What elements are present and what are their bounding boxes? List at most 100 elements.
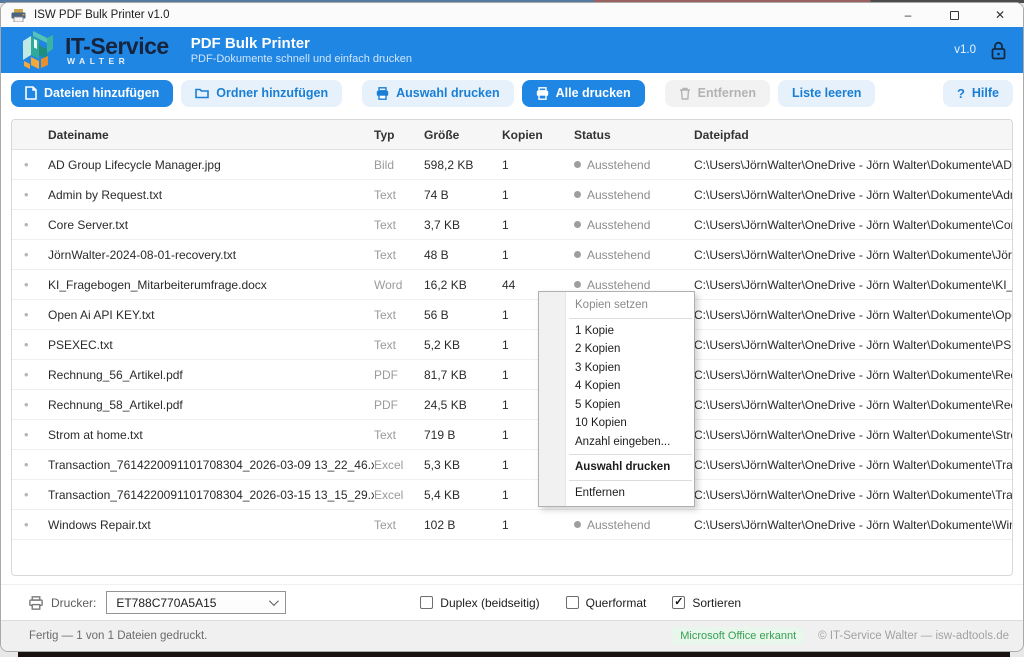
cell-path: C:\Users\JörnWalter\OneDrive - Jörn Walt… xyxy=(694,188,1012,202)
cell-filename: Transaction_7614220091101708304_2026-03-… xyxy=(48,458,374,472)
help-button[interactable]: ? Hilfe xyxy=(943,80,1013,107)
col-dateiname[interactable]: Dateiname xyxy=(48,128,374,142)
row-bullet-icon: • xyxy=(24,247,48,262)
col-typ[interactable]: Typ xyxy=(374,128,424,142)
status-text: Ausstehend xyxy=(587,518,650,532)
minimize-button[interactable]: – xyxy=(885,3,931,27)
cell-size: 5,2 KB xyxy=(424,338,502,352)
status-dot-icon xyxy=(574,281,581,288)
table-row[interactable]: • Windows Repair.txt Text 102 B 1 Ausste… xyxy=(12,510,1012,540)
printer-select-value: ET788C770A5A15 xyxy=(116,596,216,610)
cell-filename: PSEXEC.txt xyxy=(48,338,374,352)
cell-copies: 1 xyxy=(502,158,574,172)
menu-item-remove[interactable]: Entfernen xyxy=(539,484,694,503)
table-row[interactable]: • Transaction_7614220091101708304_2026-0… xyxy=(12,450,1012,480)
status-bar: Fertig — 1 von 1 Dateien gedruckt. Micro… xyxy=(1,620,1023,651)
cell-filename: Rechnung_56_Artikel.pdf xyxy=(48,368,374,382)
cell-type: Text xyxy=(374,518,424,532)
title-bar: ISW PDF Bulk Printer v1.0 – ✕ xyxy=(1,3,1023,27)
clear-list-button[interactable]: Liste leeren xyxy=(778,80,875,107)
col-status[interactable]: Status xyxy=(574,128,694,142)
printer-bar: Drucker: ET788C770A5A15 Duplex (beidseit… xyxy=(1,584,1023,620)
logo: IT-Service WALTER xyxy=(17,29,169,71)
remove-button[interactable]: Entfernen xyxy=(665,80,770,107)
menu-item-copy-option[interactable]: 5 Kopien xyxy=(539,396,694,415)
table-row[interactable]: • PSEXEC.txt Text 5,2 KB 1 Ausstehend C:… xyxy=(12,330,1012,360)
cell-size: 102 B xyxy=(424,518,502,532)
checkbox-icon[interactable] xyxy=(672,596,685,609)
trash-icon xyxy=(679,87,691,100)
cell-filename: Strom at home.txt xyxy=(48,428,374,442)
table-row[interactable]: • AD Group Lifecycle Manager.jpg Bild 59… xyxy=(12,150,1012,180)
status-text: Ausstehend xyxy=(587,248,650,262)
checkbox-icon[interactable] xyxy=(566,596,579,609)
print-selection-button[interactable]: Auswahl drucken xyxy=(362,80,514,107)
cell-path: C:\Users\JörnWalter\OneDrive - Jörn Walt… xyxy=(694,218,1012,232)
add-files-button[interactable]: Dateien hinzufügen xyxy=(11,80,173,107)
main-content: Dateiname Typ Größe Kopien Status Dateip… xyxy=(1,113,1023,584)
cell-type: Text xyxy=(374,308,424,322)
office-detected-badge: Microsoft Office erkannt xyxy=(672,627,804,645)
menu-item-copy-option[interactable]: 10 Kopien xyxy=(539,414,694,433)
add-files-label: Dateien hinzufügen xyxy=(44,86,159,100)
col-groesse[interactable]: Größe xyxy=(424,128,502,142)
cell-type: Text xyxy=(374,338,424,352)
menu-item-copy-option[interactable]: 4 Kopien xyxy=(539,377,694,396)
table-row[interactable]: • Admin by Request.txt Text 74 B 1 Ausst… xyxy=(12,180,1012,210)
header-right: v1.0 xyxy=(954,41,1007,60)
print-all-button[interactable]: Alle drucken xyxy=(522,80,645,107)
cell-path: C:\Users\JörnWalter\OneDrive - Jörn Walt… xyxy=(694,458,1012,472)
cell-path: C:\Users\JörnWalter\OneDrive - Jörn Walt… xyxy=(694,518,1012,532)
cell-path: C:\Users\JörnWalter\OneDrive - Jörn Walt… xyxy=(694,428,1012,442)
add-folder-button[interactable]: Ordner hinzufügen xyxy=(181,80,342,107)
app-title-block: PDF Bulk Printer PDF-Dokumente schnell u… xyxy=(191,35,412,66)
cell-filename: KI_Fragebogen_Mitarbeiterumfrage.docx xyxy=(48,278,374,292)
table-row[interactable]: • Open Ai API KEY.txt Text 56 B 1 Ausste… xyxy=(12,300,1012,330)
cell-size: 24,5 KB xyxy=(424,398,502,412)
checkbox-label: Querformat xyxy=(586,596,647,610)
table-body: • AD Group Lifecycle Manager.jpg Bild 59… xyxy=(12,150,1012,540)
version-label: v1.0 xyxy=(954,44,976,56)
menu-item-copy-option[interactable]: 1 Kopie xyxy=(539,322,694,341)
table-row[interactable]: • Rechnung_56_Artikel.pdf PDF 81,7 KB 1 … xyxy=(12,360,1012,390)
row-bullet-icon: • xyxy=(24,517,48,532)
print-option-checkbox[interactable]: Querformat xyxy=(566,596,647,610)
printer-icon xyxy=(376,87,389,100)
cell-type: Text xyxy=(374,218,424,232)
cell-size: 74 B xyxy=(424,188,502,202)
cell-filename: Core Server.txt xyxy=(48,218,374,232)
cell-type: Word xyxy=(374,278,424,292)
maximize-button[interactable] xyxy=(931,3,977,27)
table-row[interactable]: • Rechnung_58_Artikel.pdf PDF 24,5 KB 1 … xyxy=(12,390,1012,420)
checkbox-icon[interactable] xyxy=(420,596,433,609)
printer-select[interactable]: ET788C770A5A15 xyxy=(106,591,286,614)
table-row[interactable]: • JörnWalter-2024-08-01-recovery.txt Tex… xyxy=(12,240,1012,270)
print-options: Duplex (beidseitig) Querformat Sortieren xyxy=(420,596,741,610)
menu-separator xyxy=(569,480,692,481)
app-icon xyxy=(11,9,26,22)
status-dot-icon xyxy=(574,191,581,198)
print-option-checkbox[interactable]: Sortieren xyxy=(672,596,741,610)
close-button[interactable]: ✕ xyxy=(977,3,1023,27)
window-controls: – ✕ xyxy=(885,3,1023,27)
table-row[interactable]: • Strom at home.txt Text 719 B 1 Aussteh… xyxy=(12,420,1012,450)
app-subtitle: PDF-Dokumente schnell und einfach drucke… xyxy=(191,52,412,66)
menu-item-copy-option[interactable]: Anzahl eingeben... xyxy=(539,433,694,452)
menu-item-copy-option[interactable]: 2 Kopien xyxy=(539,340,694,359)
print-option-checkbox[interactable]: Duplex (beidseitig) xyxy=(420,596,539,610)
lock-icon[interactable] xyxy=(990,41,1007,60)
col-kopien[interactable]: Kopien xyxy=(502,128,574,142)
table-row[interactable]: • KI_Fragebogen_Mitarbeiterumfrage.docx … xyxy=(12,270,1012,300)
table-row[interactable]: • Transaction_7614220091101708304_2026-0… xyxy=(12,480,1012,510)
menu-item-print-selection[interactable]: Auswahl drucken xyxy=(539,458,694,477)
cell-filename: Rechnung_58_Artikel.pdf xyxy=(48,398,374,412)
col-dateipfad[interactable]: Dateipfad xyxy=(694,128,1012,142)
context-menu-copy-options: 1 Kopie 2 Kopien 3 Kopien 4 Kopien 5 Kop… xyxy=(539,322,694,452)
window-title: ISW PDF Bulk Printer v1.0 xyxy=(34,9,169,21)
cell-filename: AD Group Lifecycle Manager.jpg xyxy=(48,158,374,172)
context-menu: Kopien setzen 1 Kopie 2 Kopien 3 Kopien … xyxy=(538,291,695,507)
cell-type: PDF xyxy=(374,368,424,382)
menu-item-copy-option[interactable]: 3 Kopien xyxy=(539,359,694,378)
clear-list-label: Liste leeren xyxy=(792,86,861,100)
table-row[interactable]: • Core Server.txt Text 3,7 KB 1 Ausstehe… xyxy=(12,210,1012,240)
